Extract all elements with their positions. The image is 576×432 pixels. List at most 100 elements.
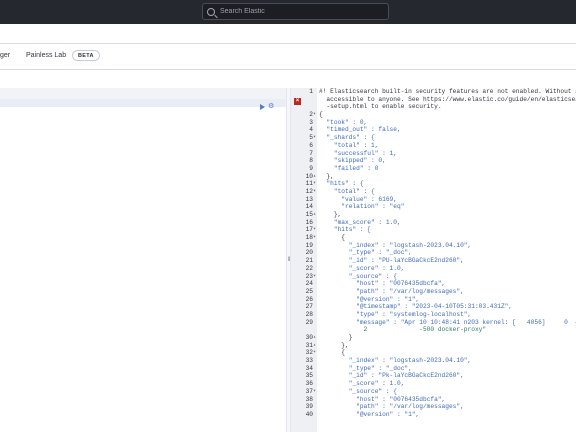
code-text: -setup.html to enable security. [319, 103, 442, 111]
line-number: 2 [309, 111, 313, 119]
code-line: 7 "successful" : 1, [291, 150, 576, 158]
search-input[interactable] [220, 8, 380, 15]
line-number: 19 [305, 241, 313, 249]
code-text: "failed" : 0 [319, 164, 379, 172]
line-number: 25 [305, 287, 313, 295]
line-number: 28 [305, 310, 313, 318]
fold-toggle-icon[interactable]: ▾ [313, 226, 318, 234]
code-line: -setup.html to enable security. [291, 103, 576, 111]
code-line: 4 "timed_out" : false, [291, 126, 576, 134]
code-line: 25 "path" : "/var/log/messages", [291, 288, 576, 296]
line-number: 32 [305, 349, 313, 357]
code-text: "total" : { [319, 187, 375, 195]
request-editor[interactable]: ⚙ [0, 88, 286, 432]
line-number: 37 [305, 387, 313, 395]
fold-toggle-icon[interactable]: ▴ [313, 211, 318, 219]
code-text: "skipped" : 0, [319, 157, 386, 165]
code-text: "relation" : "eq" [319, 203, 405, 211]
fold-toggle-icon[interactable]: ▴ [313, 342, 318, 350]
code-line: 8 "skipped" : 0, [291, 157, 576, 165]
code-line: 3 "took" : 0, [291, 119, 576, 127]
line-number: 14 [305, 203, 313, 211]
code-text: "_type" : "_doc", [319, 364, 412, 372]
code-text: }, [319, 172, 334, 180]
global-search[interactable] [202, 3, 389, 20]
code-text: "message" : "Apr 10 10:48:41 n203 kernel… [319, 318, 576, 326]
code-text: }, [319, 211, 342, 218]
code-text: "_index" : "logstash-2023.04.10", [319, 357, 472, 365]
line-number: 15 [305, 211, 313, 218]
code-text: "total" : 1, [319, 141, 379, 149]
code-line: 14 "relation" : "eq" [291, 203, 576, 211]
code-text: "_type" : "_doc", [319, 249, 412, 257]
code-line: accessible to anyone. See https://www.el… [291, 96, 576, 104]
line-number: 6 [309, 141, 313, 149]
code-line: 29 "message" : "Apr 10 10:48:41 n203 ker… [291, 319, 576, 327]
code-line: 12 ▾ "total" : { [291, 188, 576, 196]
response-viewer: × 1 #! Elasticsearch built-in security fe… [291, 88, 576, 432]
response-code: 1 #! Elasticsearch built-in security feat… [291, 88, 576, 419]
code-line: 31 ▴ }, [291, 342, 576, 350]
code-text: { [319, 234, 345, 242]
code-line: 10 ▴ }, [291, 173, 576, 181]
code-line: 34 "_type" : "_doc", [291, 365, 576, 373]
code-text: 2 -500 docker-proxy" [319, 326, 487, 334]
code-line: 22 "_score" : 1.0, [291, 265, 576, 273]
code-text: accessible to anyone. See https://www.el… [319, 95, 576, 103]
line-number: 34 [305, 364, 313, 372]
secondary-header-bar [0, 24, 576, 44]
code-line: 26 "@version" : "1", [291, 296, 576, 304]
line-number: 39 [305, 403, 313, 411]
line-number: 17 [305, 226, 313, 234]
fold-toggle-icon[interactable]: ▾ [313, 134, 318, 142]
code-line: 37 ▾ "_source" : { [291, 388, 576, 396]
code-line: 39 "path" : "/var/log/messages", [291, 403, 576, 411]
code-line: 16 "max_score" : 1.0, [291, 219, 576, 227]
code-text: "_score" : 1.0, [319, 380, 405, 388]
code-text: "_id" : "PU-laYcBGaCkcE2nd260", [319, 257, 464, 265]
fold-toggle-icon[interactable]: ▾ [313, 188, 318, 196]
line-number: 9 [309, 164, 313, 172]
code-line: 30 ▴ } [291, 334, 576, 342]
code-line: 15 ▴ }, [291, 211, 576, 219]
active-line-highlight [0, 99, 286, 107]
line-number: 36 [305, 380, 313, 388]
code-line: 36 "_score" : 1.0, [291, 380, 576, 388]
code-line: 24 "host" : "0076435dbcfa", [291, 280, 576, 288]
code-line: 23 ▾ "_source" : { [291, 273, 576, 281]
code-line: 32 ▾ { [291, 349, 576, 357]
fold-toggle-icon[interactable]: ▾ [313, 349, 318, 357]
line-number: 10 [305, 172, 313, 180]
line-number: 30 [305, 334, 313, 341]
code-text: "path" : "/var/log/messages", [319, 287, 464, 295]
code-text: } [319, 334, 353, 341]
editor-header [0, 88, 286, 99]
fold-toggle-icon[interactable]: ▾ [313, 111, 318, 119]
line-number: 7 [309, 149, 313, 157]
line-number: 23 [305, 272, 313, 280]
code-text: { [319, 111, 323, 119]
fold-toggle-icon[interactable]: ▾ [313, 180, 318, 188]
code-text: #! Elasticsearch built-in security featu… [319, 88, 576, 95]
tab-painless-lab[interactable]: Painless Lab [26, 52, 66, 59]
fold-toggle-icon[interactable]: ▴ [313, 334, 318, 342]
code-line: 11 ▾ "hits" : { [291, 180, 576, 188]
code-line: 27 "@timestamp" : "2023-04-10T05:31:03.4… [291, 303, 576, 311]
line-number: 5 [309, 134, 313, 142]
code-text: "max_score" : 1.0, [319, 218, 401, 226]
line-number: 4 [309, 126, 313, 134]
code-text: "@timestamp" : "2023-04-10T05:31:03.431Z… [319, 303, 513, 311]
play-icon[interactable] [260, 104, 265, 110]
code-line: 19 "_index" : "logstash-2023.04.10", [291, 242, 576, 250]
fold-toggle-icon[interactable]: ▾ [313, 273, 318, 281]
fold-toggle-icon[interactable]: ▾ [313, 234, 318, 242]
fold-toggle-icon[interactable]: ▾ [313, 388, 318, 396]
line-number: 24 [305, 280, 313, 288]
line-number: 3 [309, 118, 313, 126]
wrench-icon[interactable]: ⚙ [268, 103, 277, 110]
line-number: 27 [305, 303, 313, 311]
code-line: 38 "host" : "0076435dbcfa", [291, 396, 576, 404]
fold-toggle-icon[interactable]: ▴ [313, 173, 318, 181]
tab-grok-debugger[interactable]: ger [0, 52, 10, 59]
code-text: "_source" : { [319, 387, 397, 395]
